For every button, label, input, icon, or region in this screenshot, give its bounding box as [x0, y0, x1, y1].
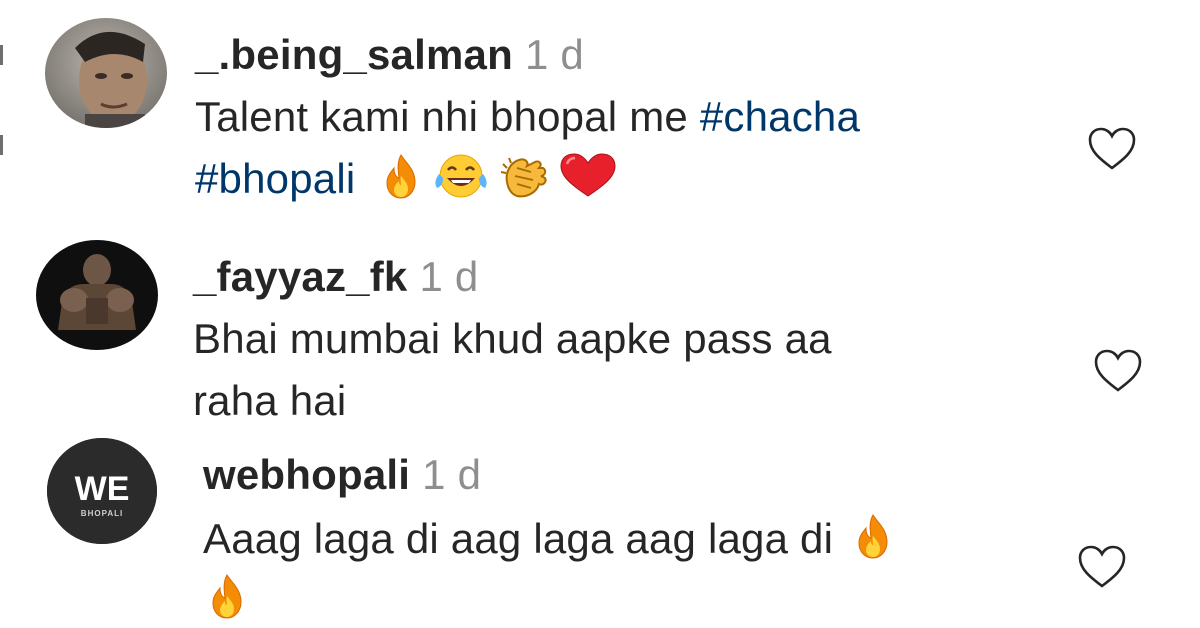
hashtag-link[interactable]: #bhopali [195, 155, 355, 202]
avatar-logo-subtext: BHOPALI [81, 509, 123, 518]
heart-outline-icon[interactable] [1090, 346, 1146, 396]
clapping-hands-emoji [497, 152, 551, 200]
comment-body: Aaag laga di aag laga aag laga di [203, 515, 834, 562]
fire-emoji [849, 512, 897, 560]
comment-item: _fayyaz_fk 1 d Bhai mumbai khud aapke pas… [0, 230, 1200, 430]
fire-emoji [377, 152, 425, 200]
comment-text: Talent kami nhi bhopal me #chacha [195, 92, 860, 142]
comment-body: Talent kami nhi bhopal me [195, 93, 700, 140]
comment-header: webhopali 1 d [203, 450, 481, 500]
timestamp[interactable]: 1 d [525, 31, 584, 78]
comment-text: Bhai mumbai khud aapke pass aa [193, 315, 832, 362]
comment-text-line-2: raha hai [193, 377, 347, 424]
avatar[interactable] [45, 18, 167, 128]
comment-header: _fayyaz_fk 1 d [193, 252, 478, 302]
timestamp[interactable]: 1 d [419, 253, 478, 300]
heart-outline-icon[interactable] [1084, 124, 1140, 174]
tears-of-joy-emoji [431, 152, 491, 200]
comment-item: _.being_salman 1 d Talent kami nhi bhopal… [0, 0, 1200, 230]
timestamp[interactable]: 1 d [422, 451, 481, 498]
username-link[interactable]: webhopali [203, 451, 410, 498]
comment-item: WE BHOPALI webhopali 1 d Aaag laga di aag… [0, 430, 1200, 628]
comment-header: _.being_salman 1 d [195, 30, 584, 80]
fire-emoji [203, 572, 251, 620]
hashtag-link[interactable]: #chacha [700, 93, 860, 140]
username-link[interactable]: _fayyaz_fk [193, 253, 407, 300]
avatar[interactable]: WE BHOPALI [47, 438, 157, 544]
avatar-logo-text: WE [75, 470, 130, 508]
comment-text-line-2 [203, 572, 251, 624]
avatar[interactable] [36, 240, 158, 350]
comment-text-line-2: #bhopali [195, 152, 619, 204]
red-heart-emoji [557, 152, 619, 200]
heart-outline-icon[interactable] [1074, 542, 1130, 592]
comment-text: Aaag laga di aag laga aag laga di [203, 512, 897, 564]
username-link[interactable]: _.being_salman [195, 31, 513, 78]
